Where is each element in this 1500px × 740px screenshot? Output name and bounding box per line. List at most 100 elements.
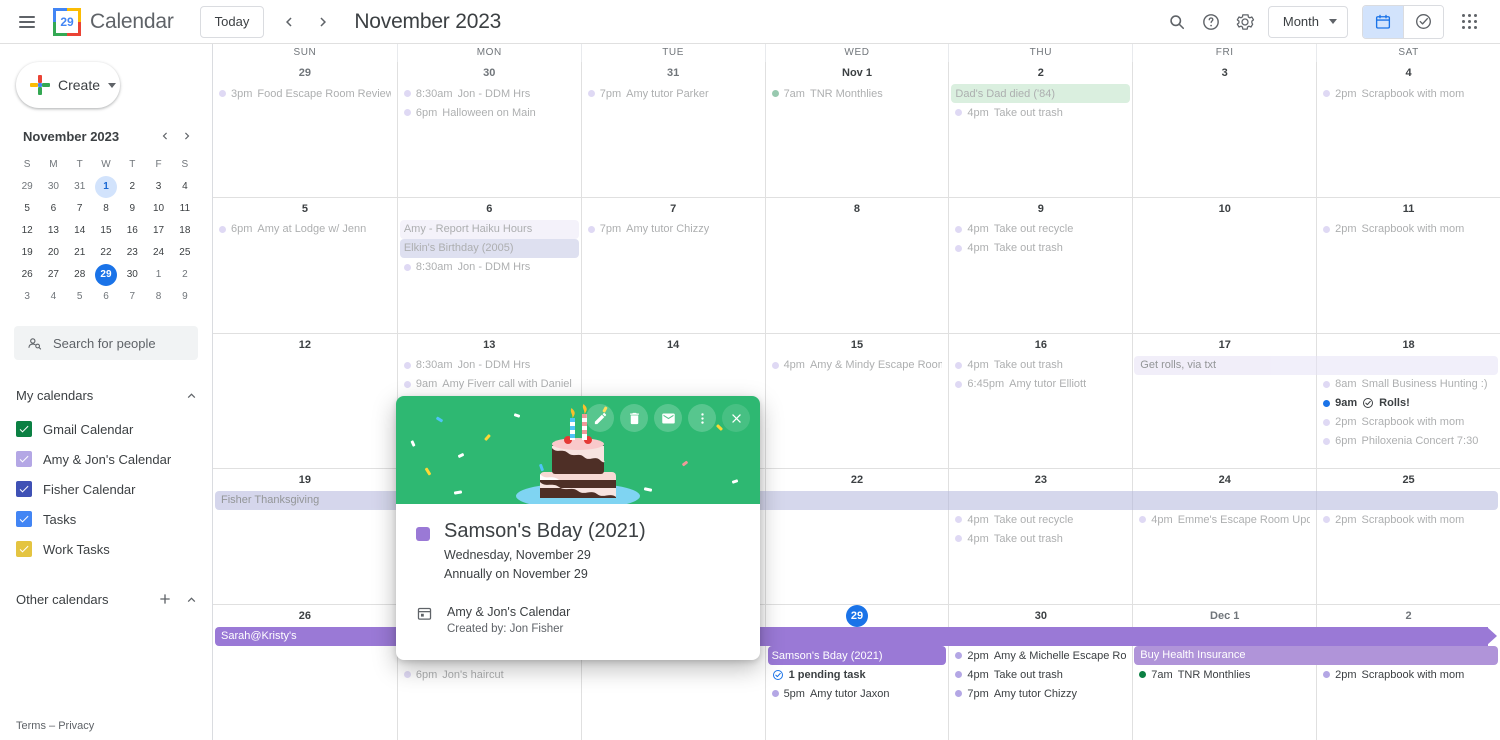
event-item[interactable]: 4pm Take out recycle	[951, 510, 1130, 529]
event-item[interactable]: 4pm Amy & Mindy Escape Room Cha	[768, 356, 947, 375]
email-guests-button[interactable]	[654, 404, 682, 432]
day-number[interactable]: 25	[1317, 469, 1500, 491]
create-button[interactable]: Create	[16, 62, 120, 108]
calendar-checkbox[interactable]	[16, 421, 32, 437]
day-number[interactable]: 17	[1133, 334, 1316, 356]
day-number[interactable]: 2	[949, 62, 1132, 84]
task-item[interactable]: 1 pending task	[768, 665, 947, 684]
add-other-calendar-button[interactable]	[152, 586, 178, 612]
other-calendars-collapse-button[interactable]	[178, 586, 204, 612]
day-number[interactable]: 30	[398, 62, 581, 84]
mini-calendar-day[interactable]: 30	[42, 176, 64, 198]
day-number[interactable]: 19	[213, 469, 397, 491]
event-item[interactable]: 6pm Philoxenia Concert 7:30	[1319, 432, 1498, 451]
search-people-input[interactable]: Search for people	[14, 326, 198, 360]
mini-calendar-day[interactable]: 11	[174, 198, 196, 220]
day-number[interactable]: 26	[213, 605, 397, 627]
event-item[interactable]: 7pm Amy tutor Chizzy	[584, 220, 763, 239]
mini-calendar-day[interactable]: 17	[148, 220, 170, 242]
task-item[interactable]: 9am Rolls!	[1319, 394, 1498, 413]
mini-calendar-day[interactable]: 8	[95, 198, 117, 220]
day-number[interactable]: 29	[213, 62, 397, 84]
mini-calendar-day[interactable]: 16	[121, 220, 143, 242]
day-number[interactable]: 3	[1133, 62, 1316, 84]
day-number[interactable]: 15	[766, 334, 949, 356]
calendar-checkbox[interactable]	[16, 481, 32, 497]
mini-calendar-day[interactable]: 6	[95, 286, 117, 308]
event-item[interactable]: 6pm Halloween on Main	[400, 103, 579, 122]
event-item[interactable]: 2pm Scrapbook with mom	[1319, 220, 1498, 239]
event-item[interactable]: 2pm Scrapbook with mom	[1319, 510, 1498, 529]
event-chip[interactable]: Dad's Dad died ('84)	[951, 84, 1131, 103]
event-chip[interactable]: Samson's Bday (2021)	[767, 646, 947, 666]
mini-calendar-day[interactable]: 23	[121, 242, 143, 264]
mini-calendar-day[interactable]: 15	[95, 220, 117, 242]
day-number[interactable]: 31	[582, 62, 765, 84]
mini-calendar-day[interactable]: 27	[42, 264, 64, 286]
mini-calendar-day[interactable]: 19	[16, 242, 38, 264]
event-chip[interactable]: Elkin's Birthday (2005)	[399, 238, 579, 258]
mini-calendar-day[interactable]: 29	[16, 176, 38, 198]
day-number[interactable]: 4	[1317, 62, 1500, 84]
mini-calendar-day[interactable]: 9	[121, 198, 143, 220]
calendar-checkbox[interactable]	[16, 451, 32, 467]
edit-event-button[interactable]	[586, 404, 614, 432]
day-number[interactable]: Nov 1	[766, 62, 949, 84]
tasks-view-toggle[interactable]	[1403, 5, 1443, 38]
settings-button[interactable]	[1228, 5, 1262, 39]
event-item[interactable]: 3pm Food Escape Room Review	[215, 84, 395, 103]
event-item[interactable]: 4pm Take out recycle	[951, 220, 1130, 239]
mini-calendar-day[interactable]: 2	[174, 264, 196, 286]
event-item[interactable]: 7am TNR Monthlies	[1135, 665, 1314, 684]
google-apps-button[interactable]	[1452, 5, 1486, 39]
mini-calendar-day[interactable]: 22	[95, 242, 117, 264]
day-number[interactable]: 14	[582, 334, 765, 356]
day-number[interactable]: 13	[398, 334, 581, 356]
mini-calendar-day[interactable]: 2	[121, 176, 143, 198]
close-popup-button[interactable]	[722, 404, 750, 432]
event-item[interactable]: 4pm Take out trash	[951, 356, 1130, 375]
view-mode-select[interactable]: Month	[1267, 5, 1348, 38]
mini-calendar-day[interactable]: 10	[148, 198, 170, 220]
mini-calendar-day[interactable]: 21	[69, 242, 91, 264]
banner-event[interactable]: Get rolls, via txt	[1134, 355, 1498, 375]
mini-calendar-day[interactable]: 24	[148, 242, 170, 264]
event-item[interactable]: 8am Small Business Hunting :)	[1319, 375, 1498, 394]
event-item[interactable]: 7pm Amy tutor Chizzy	[951, 684, 1130, 703]
event-item[interactable]: 2pm Scrapbook with mom	[1319, 413, 1498, 432]
event-item[interactable]: 8:30am Jon - DDM Hrs	[400, 356, 579, 375]
privacy-link[interactable]: Privacy	[58, 720, 94, 732]
event-item[interactable]: 4pm Take out trash	[951, 103, 1130, 122]
event-item[interactable]: 2pm Scrapbook with mom	[1319, 665, 1498, 684]
event-item[interactable]: 2pm Scrapbook with mom	[1319, 84, 1498, 103]
event-item[interactable]: 6pm Amy at Lodge w/ Jenn	[215, 220, 395, 239]
mini-calendar-day[interactable]: 5	[16, 198, 38, 220]
day-number[interactable]: 7	[582, 198, 765, 220]
event-item[interactable]: 4pm Take out trash	[951, 529, 1130, 548]
day-number[interactable]: 29	[766, 605, 949, 628]
mini-calendar-day[interactable]: 8	[148, 286, 170, 308]
mini-calendar-day[interactable]: 3	[16, 286, 38, 308]
my-calendars-collapse-button[interactable]	[178, 382, 204, 408]
event-chip[interactable]: Amy - Report Haiku Hours	[399, 219, 579, 239]
banner-event[interactable]: Buy Health Insurance	[1134, 646, 1498, 666]
more-options-button[interactable]	[688, 404, 716, 432]
other-calendars-section-header[interactable]: Other calendars	[16, 580, 204, 618]
event-item[interactable]: 7am TNR Monthlies	[768, 84, 947, 103]
mini-calendar-day[interactable]: 29	[94, 264, 117, 286]
my-calendars-section-header[interactable]: My calendars	[16, 376, 204, 414]
mini-calendar-day[interactable]: 31	[69, 176, 91, 198]
event-item[interactable]: 8:30am Jon - DDM Hrs	[400, 84, 579, 103]
calendar-list-item-1[interactable]: Amy & Jon's Calendar	[0, 444, 212, 474]
day-number[interactable]: 11	[1317, 198, 1500, 220]
event-item[interactable]: 4pm Take out trash	[951, 239, 1130, 258]
mini-calendar-day[interactable]: 13	[42, 220, 64, 242]
event-item[interactable]: 5pm Amy tutor Jaxon	[768, 684, 947, 703]
event-item[interactable]: 8:30am Jon - DDM Hrs	[400, 258, 579, 277]
day-number[interactable]: 23	[949, 469, 1132, 491]
previous-month-button[interactable]	[272, 5, 306, 39]
day-number[interactable]: 12	[213, 334, 397, 356]
calendar-list-item-4[interactable]: Work Tasks	[0, 534, 212, 564]
event-item[interactable]: 4pm Emme's Escape Room Update	[1135, 510, 1314, 529]
mini-calendar-day[interactable]: 30	[121, 264, 143, 286]
